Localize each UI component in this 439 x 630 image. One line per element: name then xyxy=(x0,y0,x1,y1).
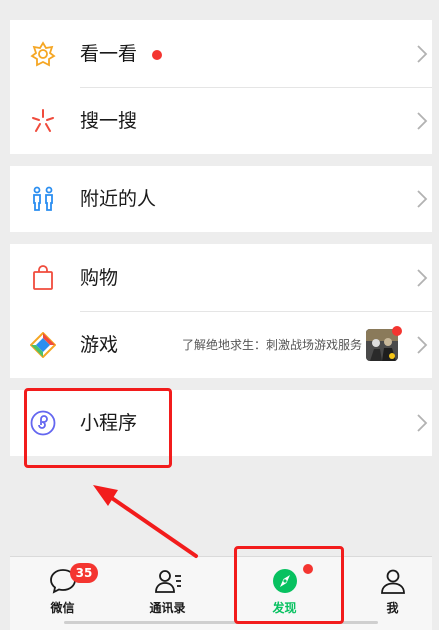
annotation-arrow xyxy=(93,485,198,558)
